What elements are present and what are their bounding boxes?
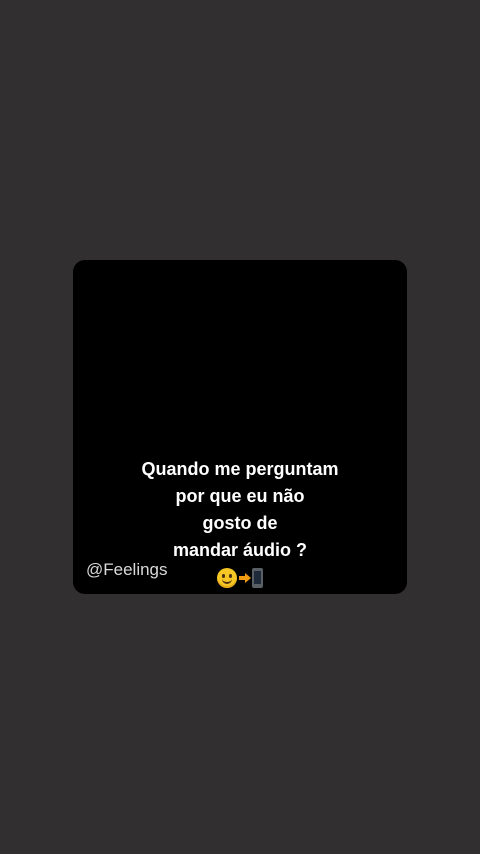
caption-line-1: Quando me perguntam — [141, 459, 339, 479]
story-screen: Quando me perguntam por que eu não gosto… — [0, 0, 480, 854]
caption-line-3: gosto de — [202, 513, 278, 533]
arrow-right-icon — [239, 573, 251, 583]
caption-line-2: por que eu não — [175, 486, 305, 506]
post-caption: Quando me perguntam por que eu não gosto… — [73, 456, 407, 564]
mobile-phone-icon — [252, 568, 263, 588]
post-card[interactable]: Quando me perguntam por que eu não gosto… — [73, 260, 407, 594]
slightly-smiling-face-icon — [217, 568, 237, 588]
watermark-handle: @Feelings — [86, 560, 168, 579]
arrow-to-phone — [239, 568, 263, 588]
